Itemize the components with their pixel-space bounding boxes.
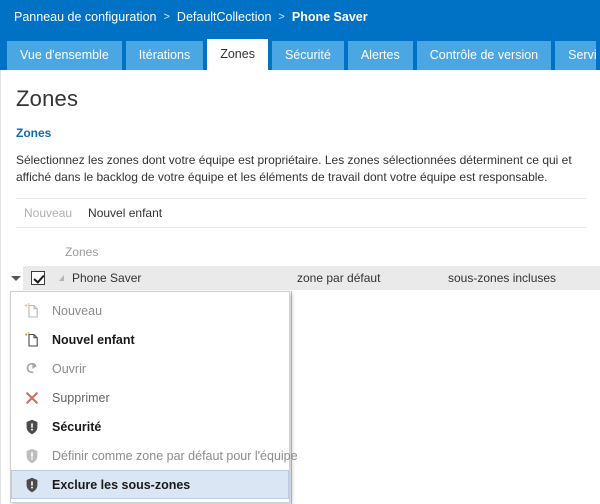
context-menu-item-label: Ouvrir (52, 361, 87, 376)
breadcrumb: Panneau de configuration > DefaultCollec… (14, 10, 368, 24)
breadcrumb-separator-icon: > (278, 11, 285, 23)
tab-services[interactable]: Servi... (555, 41, 596, 70)
shield-icon (21, 418, 43, 436)
tab-version-control[interactable]: Contrôle de version (416, 41, 552, 70)
context-menu: Nouveau Nouvel enfant Ouvrir Supprimer S… (10, 291, 298, 503)
context-menu-item-security[interactable]: Sécurité (11, 412, 289, 441)
context-menu-item-set-default-area[interactable]: Définir comme zone par défaut pour l'équ… (11, 441, 298, 470)
section-link-zones[interactable]: Zones (16, 126, 51, 140)
column-header-zones: Zones (65, 245, 99, 259)
grid-header: Zones (1, 242, 600, 264)
context-menu-item-label: Nouvel enfant (52, 332, 135, 347)
breadcrumb-separator-icon: > (163, 11, 170, 23)
breadcrumb-item-project[interactable]: Phone Saver (292, 10, 368, 24)
open-arrow-icon (21, 360, 43, 378)
row-expander-toggle[interactable] (10, 272, 22, 284)
page-title: Zones (16, 86, 79, 111)
table-row[interactable]: Phone Saver zone par défaut sous-zones i… (23, 266, 600, 290)
context-menu-item-new[interactable]: Nouveau (11, 296, 289, 325)
toolbar-new-button[interactable]: Nouveau (16, 206, 80, 220)
context-menu-item-new-child[interactable]: Nouvel enfant (11, 325, 289, 354)
tab-iterations[interactable]: Itérations (125, 41, 204, 70)
tab-areas[interactable]: Zones (207, 39, 268, 70)
new-child-document-icon (21, 331, 43, 349)
tab-strip: Vue d'ensemble Itérations Zones Sécurité… (0, 39, 600, 70)
breadcrumb-item-collection[interactable]: DefaultCollection (177, 10, 272, 24)
new-document-icon (21, 302, 43, 320)
shield-icon (21, 476, 43, 494)
row-default-area-label: zone par défaut (297, 271, 381, 285)
context-menu-item-label: Supprimer (52, 390, 110, 405)
delete-x-icon (21, 389, 43, 407)
grid-column-divider (291, 291, 292, 504)
grid-toolbar: Nouveau Nouvel enfant (16, 198, 586, 228)
tree-node-marker-icon (59, 275, 64, 281)
header-bar: Panneau de configuration > DefaultCollec… (0, 0, 600, 39)
context-menu-item-open[interactable]: Ouvrir (11, 354, 289, 383)
tab-security[interactable]: Sécurité (271, 41, 344, 70)
page-description: Sélectionnez les zones dont votre équipe… (16, 153, 572, 184)
context-menu-item-label: Sécurité (52, 419, 102, 434)
row-sub-areas-label: sous-zones incluses (448, 271, 557, 285)
context-menu-item-exclude-sub-areas[interactable]: Exclure les sous-zones (11, 470, 289, 499)
context-menu-item-label: Exclure les sous-zones (52, 477, 191, 492)
shield-icon (21, 447, 43, 465)
row-checkbox[interactable] (31, 271, 45, 285)
row-area-name: Phone Saver (72, 271, 142, 285)
context-menu-item-label: Nouveau (52, 303, 103, 318)
tab-overview[interactable]: Vue d'ensemble (7, 41, 122, 70)
context-menu-item-delete[interactable]: Supprimer (11, 383, 289, 412)
tab-alerts[interactable]: Alertes (347, 41, 413, 70)
breadcrumb-item-control-panel[interactable]: Panneau de configuration (14, 10, 156, 24)
context-menu-item-label: Définir comme zone par défaut pour l'équ… (52, 448, 298, 463)
toolbar-new-child-button[interactable]: Nouvel enfant (80, 206, 170, 220)
